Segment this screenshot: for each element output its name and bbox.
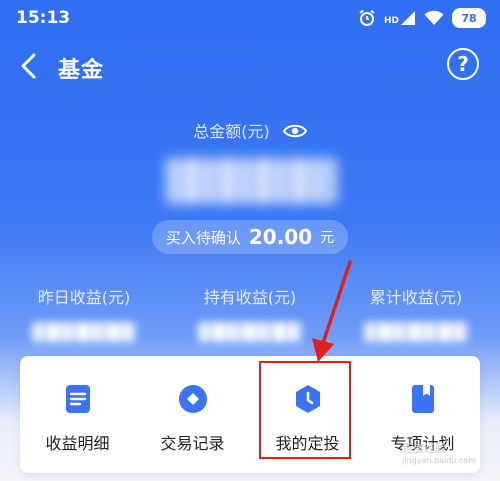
help-icon: ? xyxy=(457,52,469,76)
page-header: 基金 ? xyxy=(0,44,500,88)
annotation-arrow-icon xyxy=(312,260,352,362)
watermark-en: jingyan.baidu.com xyxy=(402,456,476,465)
pending-unit: 元 xyxy=(320,230,335,246)
pending-label: 买入待确认 xyxy=(165,228,241,247)
back-button[interactable] xyxy=(16,50,44,82)
status-bar: 15:13 HD 78 xyxy=(0,0,500,36)
stat-value-blurred xyxy=(32,322,136,342)
battery-icon: 78 xyxy=(452,8,486,28)
stat-label: 累计收益(元) xyxy=(369,288,463,307)
stat-yesterday: 昨日收益(元) xyxy=(4,284,164,342)
document-icon xyxy=(65,385,90,413)
chevron-left-icon xyxy=(21,53,36,79)
bookmark-icon xyxy=(411,385,434,413)
status-icons: HD 78 xyxy=(358,8,486,28)
total-amount-label-row: 总金额(元) xyxy=(0,118,500,143)
pending-value: 20.00 xyxy=(248,225,313,249)
hd-label: HD xyxy=(383,16,399,26)
pending-confirm-pill[interactable]: 买入待确认 20.00 元 xyxy=(152,220,348,254)
status-time: 15:13 xyxy=(16,8,71,28)
stat-value-blurred xyxy=(364,322,468,342)
total-amount-value-blurred xyxy=(166,158,336,204)
wifi-icon xyxy=(424,10,444,25)
alarm-icon xyxy=(359,9,375,26)
action-income-details[interactable]: 收益明细 xyxy=(20,356,135,473)
watermark-zh: 百度经验 xyxy=(402,442,447,455)
stat-value-blurred xyxy=(198,322,302,342)
action-label: 收益明细 xyxy=(45,434,110,453)
help-button[interactable]: ? xyxy=(447,48,479,80)
stat-cumulative: 累计收益(元) xyxy=(336,284,496,342)
watermark: 百度经验 jingyan.baidu.com xyxy=(402,440,476,465)
action-label: 交易记录 xyxy=(160,434,225,453)
page-title: 基金 xyxy=(58,58,105,83)
annotation-highlight-box xyxy=(259,361,351,459)
eye-icon[interactable] xyxy=(282,123,307,143)
action-transaction-records[interactable]: 交易记录 xyxy=(135,356,250,473)
diamond-circle-icon xyxy=(178,385,207,413)
signal-icon: HD xyxy=(384,10,416,26)
stat-label: 昨日收益(元) xyxy=(37,288,131,307)
total-amount-label: 总金额(元) xyxy=(193,122,270,141)
